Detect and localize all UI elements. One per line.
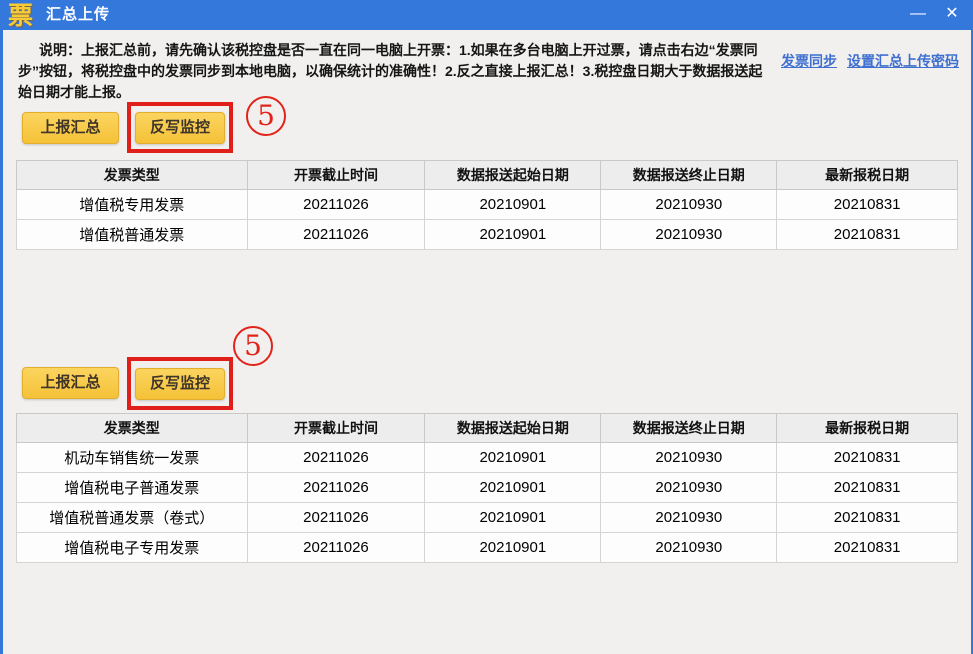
annotation-circle-5-2: 5	[233, 326, 273, 366]
col-header-report-end: 数据报送终止日期	[600, 413, 778, 443]
table-row: 增值税普通发票（卷式） 20211026 20210901 20210930 2…	[16, 502, 958, 533]
cell: 20211026	[246, 189, 426, 220]
cell: 20210901	[424, 502, 602, 533]
report-summary-button-2[interactable]: 上报汇总	[22, 367, 119, 399]
cell: 20211026	[246, 442, 426, 473]
window-border-left	[0, 0, 3, 654]
set-upload-password-link[interactable]: 设置汇总上传密码	[847, 51, 959, 71]
cell: 20210930	[600, 442, 778, 473]
col-header-issue-deadline: 开票截止时间	[246, 413, 426, 443]
col-header-latest-filing: 最新报税日期	[776, 413, 958, 443]
cell: 20210831	[776, 532, 958, 563]
cell: 20210831	[776, 502, 958, 533]
cell: 增值税普通发票（卷式）	[16, 502, 248, 533]
cell: 增值税专用发票	[16, 189, 248, 220]
table-row: 增值税电子专用发票 20211026 20210901 20210930 202…	[16, 532, 958, 563]
close-icon[interactable]: ✕	[937, 0, 967, 30]
cell: 20210930	[600, 189, 778, 220]
app-window: 票 汇总上传 — ✕ 说明：上报汇总前，请先确认该税控盘是否一直在同一电脑上开票…	[0, 0, 973, 654]
col-header-latest-filing: 最新报税日期	[776, 160, 958, 190]
title-bar: 票 汇总上传 — ✕	[0, 0, 973, 30]
invoice-table-2: 发票类型 开票截止时间 数据报送起始日期 数据报送终止日期 最新报税日期 机动车…	[16, 413, 958, 563]
cell: 20210930	[600, 502, 778, 533]
table-header-row: 发票类型 开票截止时间 数据报送起始日期 数据报送终止日期 最新报税日期	[16, 413, 958, 443]
app-ticket-icon: 票	[8, 2, 34, 30]
table-row: 增值税电子普通发票 20211026 20210901 20210930 202…	[16, 472, 958, 503]
annotation-box-1: 反写监控	[127, 102, 233, 153]
cell: 20210831	[776, 219, 958, 250]
invoice-table-1: 发票类型 开票截止时间 数据报送起始日期 数据报送终止日期 最新报税日期 增值税…	[16, 160, 958, 250]
col-header-report-start: 数据报送起始日期	[424, 160, 602, 190]
cell: 20210901	[424, 532, 602, 563]
table-row: 增值税普通发票 20211026 20210901 20210930 20210…	[16, 219, 958, 250]
cell: 20211026	[246, 472, 426, 503]
table-row: 增值税专用发票 20211026 20210901 20210930 20210…	[16, 189, 958, 220]
minimize-icon[interactable]: —	[903, 0, 933, 30]
cell: 20210831	[776, 442, 958, 473]
cell: 增值税电子普通发票	[16, 472, 248, 503]
cell: 增值税普通发票	[16, 219, 248, 250]
cell: 20210831	[776, 472, 958, 503]
col-header-issue-deadline: 开票截止时间	[246, 160, 426, 190]
writeback-monitor-button-2[interactable]: 反写监控	[135, 367, 225, 400]
instruction-text: 说明：上报汇总前，请先确认该税控盘是否一直在同一电脑上开票：1.如果在多台电脑上…	[18, 42, 763, 100]
cell: 增值税电子专用发票	[16, 532, 248, 563]
cell: 20210831	[776, 189, 958, 220]
cell: 20210930	[600, 532, 778, 563]
invoice-sync-link[interactable]: 发票同步	[781, 51, 837, 71]
cell: 20211026	[246, 219, 426, 250]
col-header-report-end: 数据报送终止日期	[600, 160, 778, 190]
cell: 20210901	[424, 472, 602, 503]
cell: 机动车销售统一发票	[16, 442, 248, 473]
cell: 20210930	[600, 472, 778, 503]
col-header-report-start: 数据报送起始日期	[424, 413, 602, 443]
annotation-box-2: 反写监控	[127, 357, 233, 410]
report-summary-button-1[interactable]: 上报汇总	[22, 112, 119, 144]
cell: 20210901	[424, 442, 602, 473]
annotation-circle-5-1: 5	[246, 96, 286, 136]
col-header-invoice-type: 发票类型	[16, 413, 248, 443]
col-header-invoice-type: 发票类型	[16, 160, 248, 190]
window-title: 汇总上传	[46, 6, 111, 23]
cell: 20211026	[246, 502, 426, 533]
table-header-row: 发票类型 开票截止时间 数据报送起始日期 数据报送终止日期 最新报税日期	[16, 160, 958, 190]
table-row: 机动车销售统一发票 20211026 20210901 20210930 202…	[16, 442, 958, 473]
top-right-links: 发票同步 设置汇总上传密码	[781, 51, 959, 71]
cell: 20210901	[424, 219, 602, 250]
writeback-monitor-button-1[interactable]: 反写监控	[135, 111, 225, 144]
cell: 20211026	[246, 532, 426, 563]
cell: 20210930	[600, 219, 778, 250]
cell: 20210901	[424, 189, 602, 220]
